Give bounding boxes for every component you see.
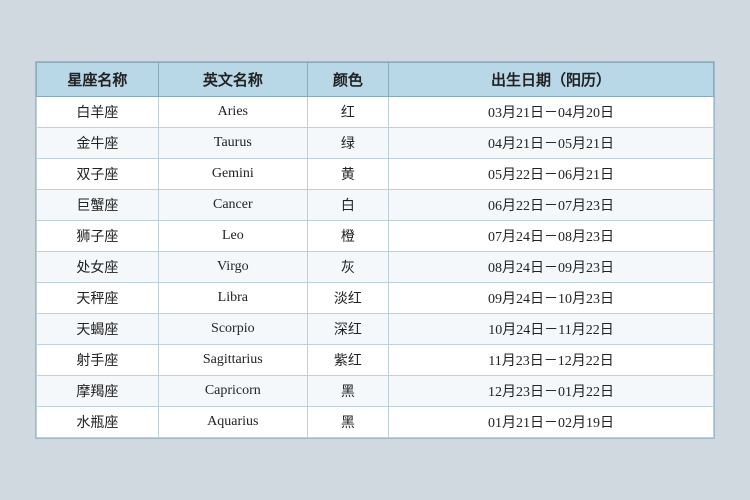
header-chinese: 星座名称 [37, 63, 159, 97]
table-row: 狮子座Leo橙07月24日－08月23日 [37, 221, 714, 252]
table-row: 巨蟹座Cancer白06月22日－07月23日 [37, 190, 714, 221]
cell-color: 深红 [307, 314, 388, 345]
cell-chinese: 摩羯座 [37, 376, 159, 407]
table-header-row: 星座名称 英文名称 颜色 出生日期（阳历） [37, 63, 714, 97]
cell-english: Capricorn [158, 376, 307, 407]
cell-color: 橙 [307, 221, 388, 252]
table-row: 双子座Gemini黄05月22日－06月21日 [37, 159, 714, 190]
cell-color: 灰 [307, 252, 388, 283]
cell-chinese: 狮子座 [37, 221, 159, 252]
table-row: 处女座Virgo灰08月24日－09月23日 [37, 252, 714, 283]
cell-chinese: 天秤座 [37, 283, 159, 314]
table-row: 白羊座Aries红03月21日－04月20日 [37, 97, 714, 128]
cell-color: 黑 [307, 407, 388, 438]
cell-chinese: 白羊座 [37, 97, 159, 128]
cell-chinese: 天蝎座 [37, 314, 159, 345]
zodiac-table-wrapper: 星座名称 英文名称 颜色 出生日期（阳历） 白羊座Aries红03月21日－04… [35, 61, 715, 439]
cell-chinese: 处女座 [37, 252, 159, 283]
cell-date: 11月23日－12月22日 [389, 345, 714, 376]
header-date: 出生日期（阳历） [389, 63, 714, 97]
cell-english: Taurus [158, 128, 307, 159]
cell-english: Aquarius [158, 407, 307, 438]
cell-date: 01月21日－02月19日 [389, 407, 714, 438]
cell-color: 红 [307, 97, 388, 128]
cell-english: Sagittarius [158, 345, 307, 376]
table-row: 天蝎座Scorpio深红10月24日－11月22日 [37, 314, 714, 345]
table-row: 射手座Sagittarius紫红11月23日－12月22日 [37, 345, 714, 376]
cell-date: 04月21日－05月21日 [389, 128, 714, 159]
header-english: 英文名称 [158, 63, 307, 97]
table-row: 天秤座Libra淡红09月24日－10月23日 [37, 283, 714, 314]
cell-english: Aries [158, 97, 307, 128]
cell-color: 淡红 [307, 283, 388, 314]
cell-english: Virgo [158, 252, 307, 283]
cell-english: Libra [158, 283, 307, 314]
zodiac-table: 星座名称 英文名称 颜色 出生日期（阳历） 白羊座Aries红03月21日－04… [36, 62, 714, 438]
cell-date: 05月22日－06月21日 [389, 159, 714, 190]
cell-chinese: 射手座 [37, 345, 159, 376]
header-color: 颜色 [307, 63, 388, 97]
cell-color: 白 [307, 190, 388, 221]
cell-chinese: 水瓶座 [37, 407, 159, 438]
cell-chinese: 双子座 [37, 159, 159, 190]
cell-chinese: 金牛座 [37, 128, 159, 159]
table-row: 摩羯座Capricorn黑12月23日－01月22日 [37, 376, 714, 407]
cell-date: 03月21日－04月20日 [389, 97, 714, 128]
cell-english: Scorpio [158, 314, 307, 345]
table-body: 白羊座Aries红03月21日－04月20日金牛座Taurus绿04月21日－0… [37, 97, 714, 438]
cell-english: Cancer [158, 190, 307, 221]
cell-color: 黄 [307, 159, 388, 190]
cell-date: 09月24日－10月23日 [389, 283, 714, 314]
cell-date: 07月24日－08月23日 [389, 221, 714, 252]
table-row: 水瓶座Aquarius黑01月21日－02月19日 [37, 407, 714, 438]
cell-date: 12月23日－01月22日 [389, 376, 714, 407]
cell-english: Leo [158, 221, 307, 252]
cell-color: 紫红 [307, 345, 388, 376]
cell-color: 绿 [307, 128, 388, 159]
cell-english: Gemini [158, 159, 307, 190]
cell-date: 06月22日－07月23日 [389, 190, 714, 221]
cell-date: 10月24日－11月22日 [389, 314, 714, 345]
cell-color: 黑 [307, 376, 388, 407]
table-row: 金牛座Taurus绿04月21日－05月21日 [37, 128, 714, 159]
cell-date: 08月24日－09月23日 [389, 252, 714, 283]
cell-chinese: 巨蟹座 [37, 190, 159, 221]
